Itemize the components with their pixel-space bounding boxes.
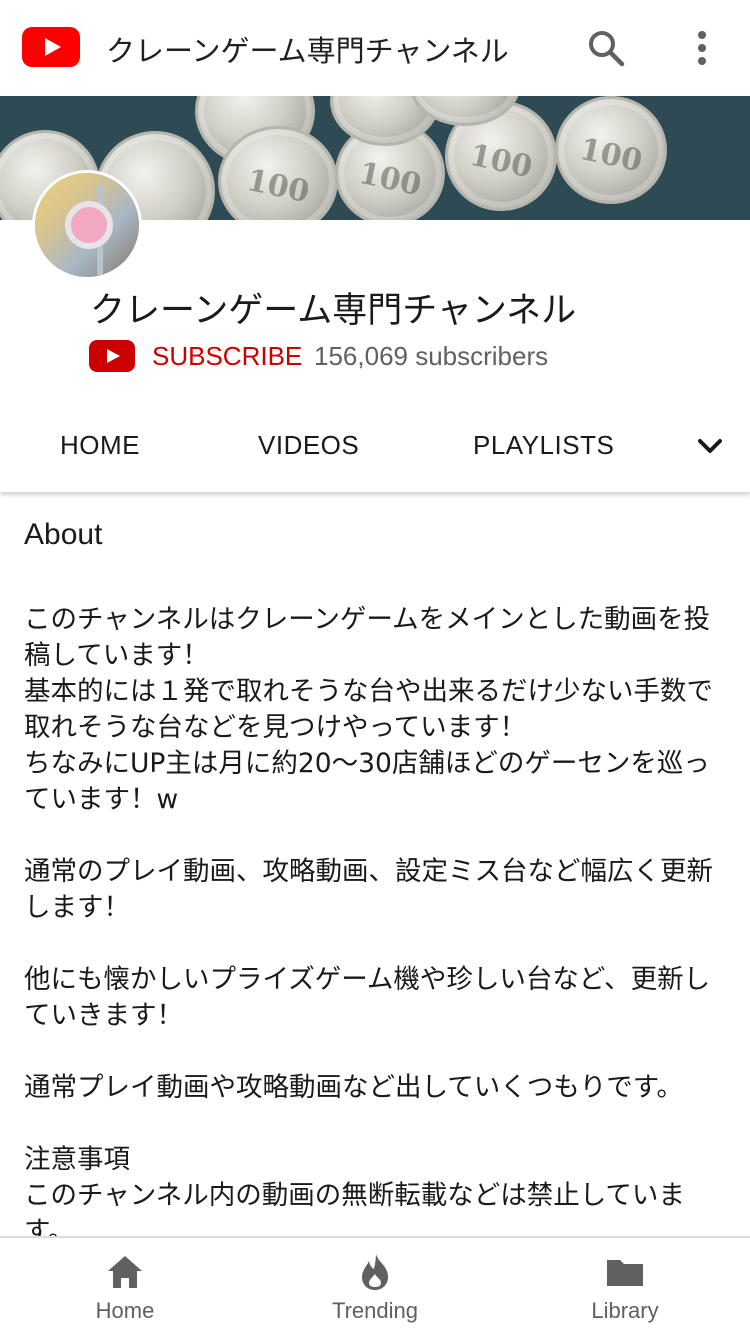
subscriber-count: 156,069 subscribers [314,341,549,371]
library-folder-icon [607,1260,643,1286]
nav-home[interactable]: Home [0,1238,250,1334]
about-heading: About [24,518,103,551]
bottom-navigation: Home Trending Library [0,1236,750,1334]
nav-home-label: Home [95,1298,155,1323]
subscribe-play-icon[interactable] [89,340,135,372]
channel-name: クレーンゲーム専門チャンネル [90,291,577,331]
chevron-down-icon[interactable] [696,432,724,460]
channel-description: このチャンネルはクレーンゲームをメインとした動画を投稿しています！ 基本的には１… [24,602,734,1286]
description-paragraph: このチャンネルはクレーンゲームをメインとした動画を投稿しています！ 基本的には１… [24,604,713,815]
avatar-prize [65,201,113,249]
nav-trending-label: Trending [331,1298,418,1323]
tab-videos[interactable]: VIDEOS [258,430,359,461]
description-paragraph: 通常プレイ動画や攻略動画など出していくつもりです。 [24,1072,684,1103]
channel-tabs: HOME VIDEOS PLAYLISTS [0,400,750,492]
nav-library-label: Library [591,1298,659,1323]
description-paragraph: 通常のプレイ動画、攻略動画、設定ミス台など幅広く更新します！ [24,856,713,923]
coin-image: 100 [218,126,338,220]
description-paragraph: 注意事項 このチャンネル内の動画の無断転載などは禁止しています。 [24,1144,685,1247]
trending-flame-icon [362,1254,388,1290]
nav-library[interactable]: Library [500,1238,750,1334]
tab-playlists[interactable]: PLAYLISTS [473,430,614,461]
subscribe-button[interactable]: SUBSCRIBE [152,341,302,372]
top-app-bar: クレーンゲーム専門チャンネル [0,0,750,96]
app-bar-title: クレーンゲーム専門チャンネル [106,34,509,68]
nav-trending[interactable]: Trending [250,1238,500,1334]
tab-home[interactable]: HOME [60,430,140,461]
description-paragraph: 他にも懐かしいプライズゲーム機や珍しい台など、更新していきます！ [24,964,711,1031]
channel-avatar[interactable] [32,170,142,280]
search-icon[interactable] [586,28,626,68]
more-vertical-icon[interactable] [688,28,716,68]
youtube-logo-icon[interactable] [22,27,80,67]
coin-image: 100 [555,96,667,204]
home-icon [108,1256,142,1288]
